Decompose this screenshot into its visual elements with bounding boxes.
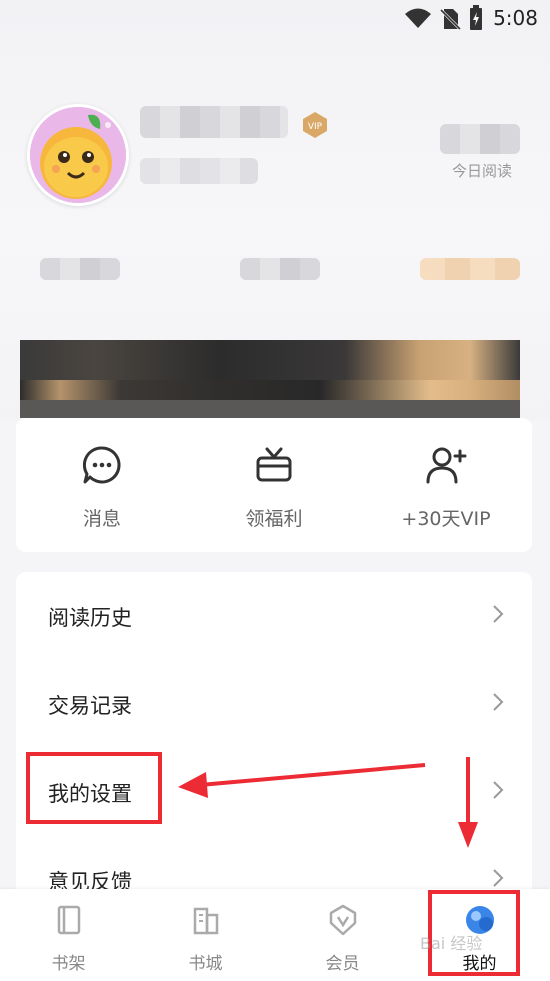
vip-banner-blurred[interactable] xyxy=(20,340,520,418)
settings-menu-card: 阅读历史 交易记录 我的设置 意见反馈 xyxy=(16,572,532,902)
chevron-right-icon xyxy=(493,869,504,887)
quick-action-messages[interactable]: 消息 xyxy=(16,444,188,531)
menu-item-transactions[interactable]: 交易记录 xyxy=(16,660,532,748)
add-user-icon xyxy=(426,447,467,484)
username-blurred xyxy=(140,106,288,138)
quick-action-vip-invite[interactable]: +30天VIP xyxy=(360,444,532,531)
today-reading-label: 今日阅读 xyxy=(452,162,513,180)
chevron-right-icon xyxy=(493,605,504,623)
nav-tab-member[interactable]: 会员 xyxy=(274,903,411,974)
bookshelf-icon xyxy=(57,905,80,935)
stat-1-blurred xyxy=(40,258,120,280)
menu-item-label: 交易记录 xyxy=(48,694,132,718)
vip-badge-icon: VIP xyxy=(303,112,327,138)
status-time: 5:08 xyxy=(493,6,538,30)
nav-tab-bookshelf[interactable]: 书架 xyxy=(0,903,137,974)
chevron-right-icon xyxy=(493,781,504,799)
stat-3-blurred xyxy=(420,258,520,280)
orange-avatar-icon xyxy=(30,107,126,203)
quick-action-label: +30天VIP xyxy=(401,508,491,530)
banner-band xyxy=(20,400,520,418)
vip-member-icon xyxy=(329,904,356,936)
quick-action-label: 领福利 xyxy=(245,508,303,530)
battery-charging-icon xyxy=(470,5,482,30)
wifi-icon xyxy=(405,8,431,28)
banner-band xyxy=(20,380,520,400)
gift-tv-icon xyxy=(256,447,292,482)
nav-tab-label: 书架 xyxy=(51,954,86,974)
nav-tab-label: 会员 xyxy=(325,954,360,974)
svg-text:VIP: VIP xyxy=(308,122,323,132)
status-bar: 5:08 xyxy=(0,0,550,36)
watermark: Bai 经验 xyxy=(420,934,483,953)
quick-actions-card: 消息 领福利 +30天VIP xyxy=(16,418,532,552)
quick-action-welfare[interactable]: 领福利 xyxy=(188,444,360,531)
message-icon xyxy=(82,446,121,484)
stat-2-blurred xyxy=(240,258,320,280)
nav-tab-label: 书城 xyxy=(188,954,223,974)
menu-item-label: 阅读历史 xyxy=(48,606,132,630)
nav-tab-bookstore[interactable]: 书城 xyxy=(137,903,274,974)
avatar[interactable] xyxy=(27,104,129,206)
quick-action-label: 消息 xyxy=(82,508,121,530)
no-sim-icon xyxy=(439,8,462,31)
chevron-right-icon xyxy=(493,693,504,711)
user-id-blurred xyxy=(140,158,258,184)
today-reading-value-blurred xyxy=(440,124,520,154)
menu-item-reading-history[interactable]: 阅读历史 xyxy=(16,572,532,660)
bookstore-icon xyxy=(193,907,218,935)
highlight-box-my-settings xyxy=(26,752,162,824)
